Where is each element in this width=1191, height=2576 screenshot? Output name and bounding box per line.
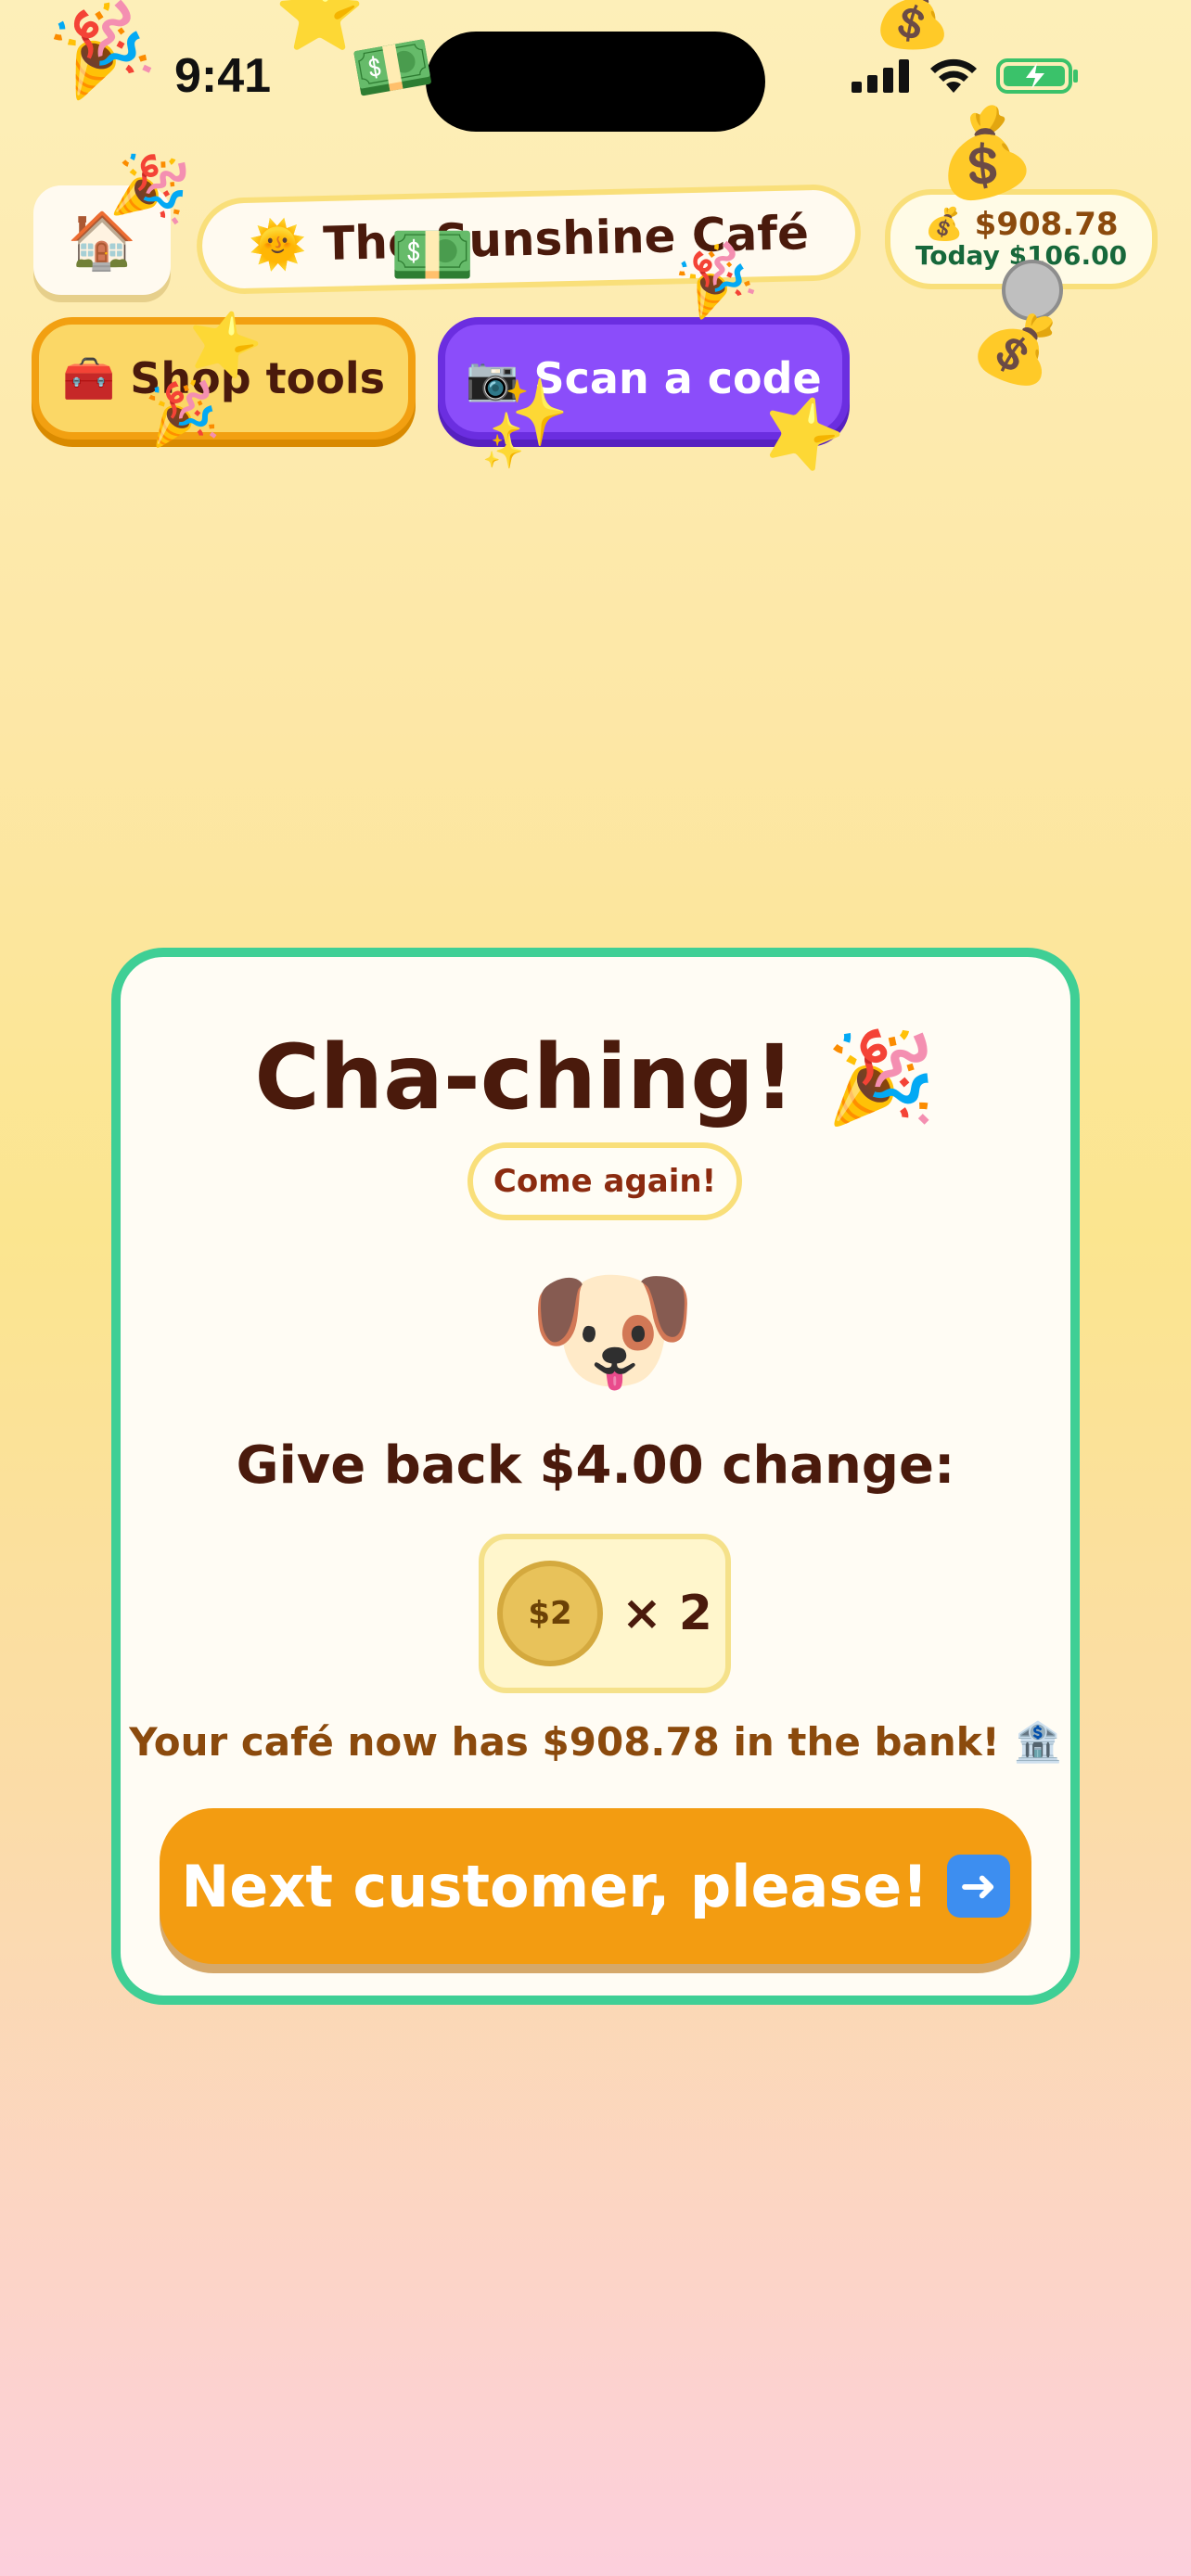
star-icon: ⭐: [275, 0, 365, 56]
money-bag-icon: 💰: [963, 293, 1071, 399]
money-today: Today $106.00: [915, 240, 1128, 272]
sun-icon: 🌞: [248, 216, 307, 273]
customer-dog-avatar: 🐶: [527, 1250, 698, 1409]
come-again-badge: Come again!: [467, 1142, 742, 1220]
coin-multiplier: × 2: [621, 1586, 712, 1641]
two-dollar-coin: $2: [497, 1561, 604, 1666]
change-instruction: Give back $4.00 change:: [236, 1435, 955, 1496]
scan-code-button[interactable]: 📷 Scan a code: [438, 317, 850, 440]
dollar-bill-icon: 💵: [346, 23, 440, 112]
cafe-name: The Sunshine Café: [322, 206, 810, 272]
home-button[interactable]: 🏠: [33, 185, 171, 295]
status-time: 9:41: [174, 49, 272, 103]
cafe-name-banner: 🌞 The Sunshine Café: [195, 183, 863, 296]
house-icon: 🏠: [67, 208, 137, 274]
bank-icon: 🏦: [1013, 1719, 1062, 1765]
payment-success-card: Cha-ching! 🎉 Come again! 🐶 Give back $4.…: [111, 948, 1080, 2005]
wifi-icon: [930, 58, 977, 93]
party-popper-icon: 🎉: [41, 0, 161, 107]
card-title: Cha-ching! 🎉: [121, 1026, 1070, 1130]
next-customer-label: Next customer, please!: [181, 1852, 928, 1920]
card-title-text: Cha-ching!: [254, 1026, 795, 1129]
money-bag-icon: 💰: [924, 206, 964, 244]
toolbox-icon: 🧰: [61, 352, 116, 403]
bank-balance-message: Your café now has $908.78 in the bank! 🏦: [121, 1719, 1070, 1766]
scan-code-label: Scan a code: [533, 353, 822, 403]
money-total: 💰 $908.78: [924, 209, 1118, 242]
signal-icon: [852, 59, 909, 93]
bank-balance-text: Your café now has $908.78 in the bank!: [129, 1719, 1000, 1765]
shop-tools-button[interactable]: 🧰 Shop tools: [32, 317, 416, 440]
shop-tools-label: Shop tools: [130, 353, 386, 403]
status-icons: [852, 57, 1080, 95]
dynamic-island: [426, 32, 765, 132]
party-popper-icon: 🎉: [826, 1026, 937, 1129]
next-customer-button[interactable]: Next customer, please! ➜: [160, 1808, 1031, 1964]
money-bag-icon: 💰: [872, 0, 954, 52]
money-display: 💰 $908.78 Today $106.00: [885, 189, 1158, 289]
money-total-value: $908.78: [974, 206, 1119, 244]
coin-stack: $2 × 2: [479, 1534, 731, 1693]
sparkles-icon: ✨: [482, 433, 524, 471]
battery-charging-icon: [996, 58, 1078, 94]
camera-icon: 📷: [466, 352, 519, 403]
right-arrow-icon: ➜: [946, 1855, 1010, 1918]
